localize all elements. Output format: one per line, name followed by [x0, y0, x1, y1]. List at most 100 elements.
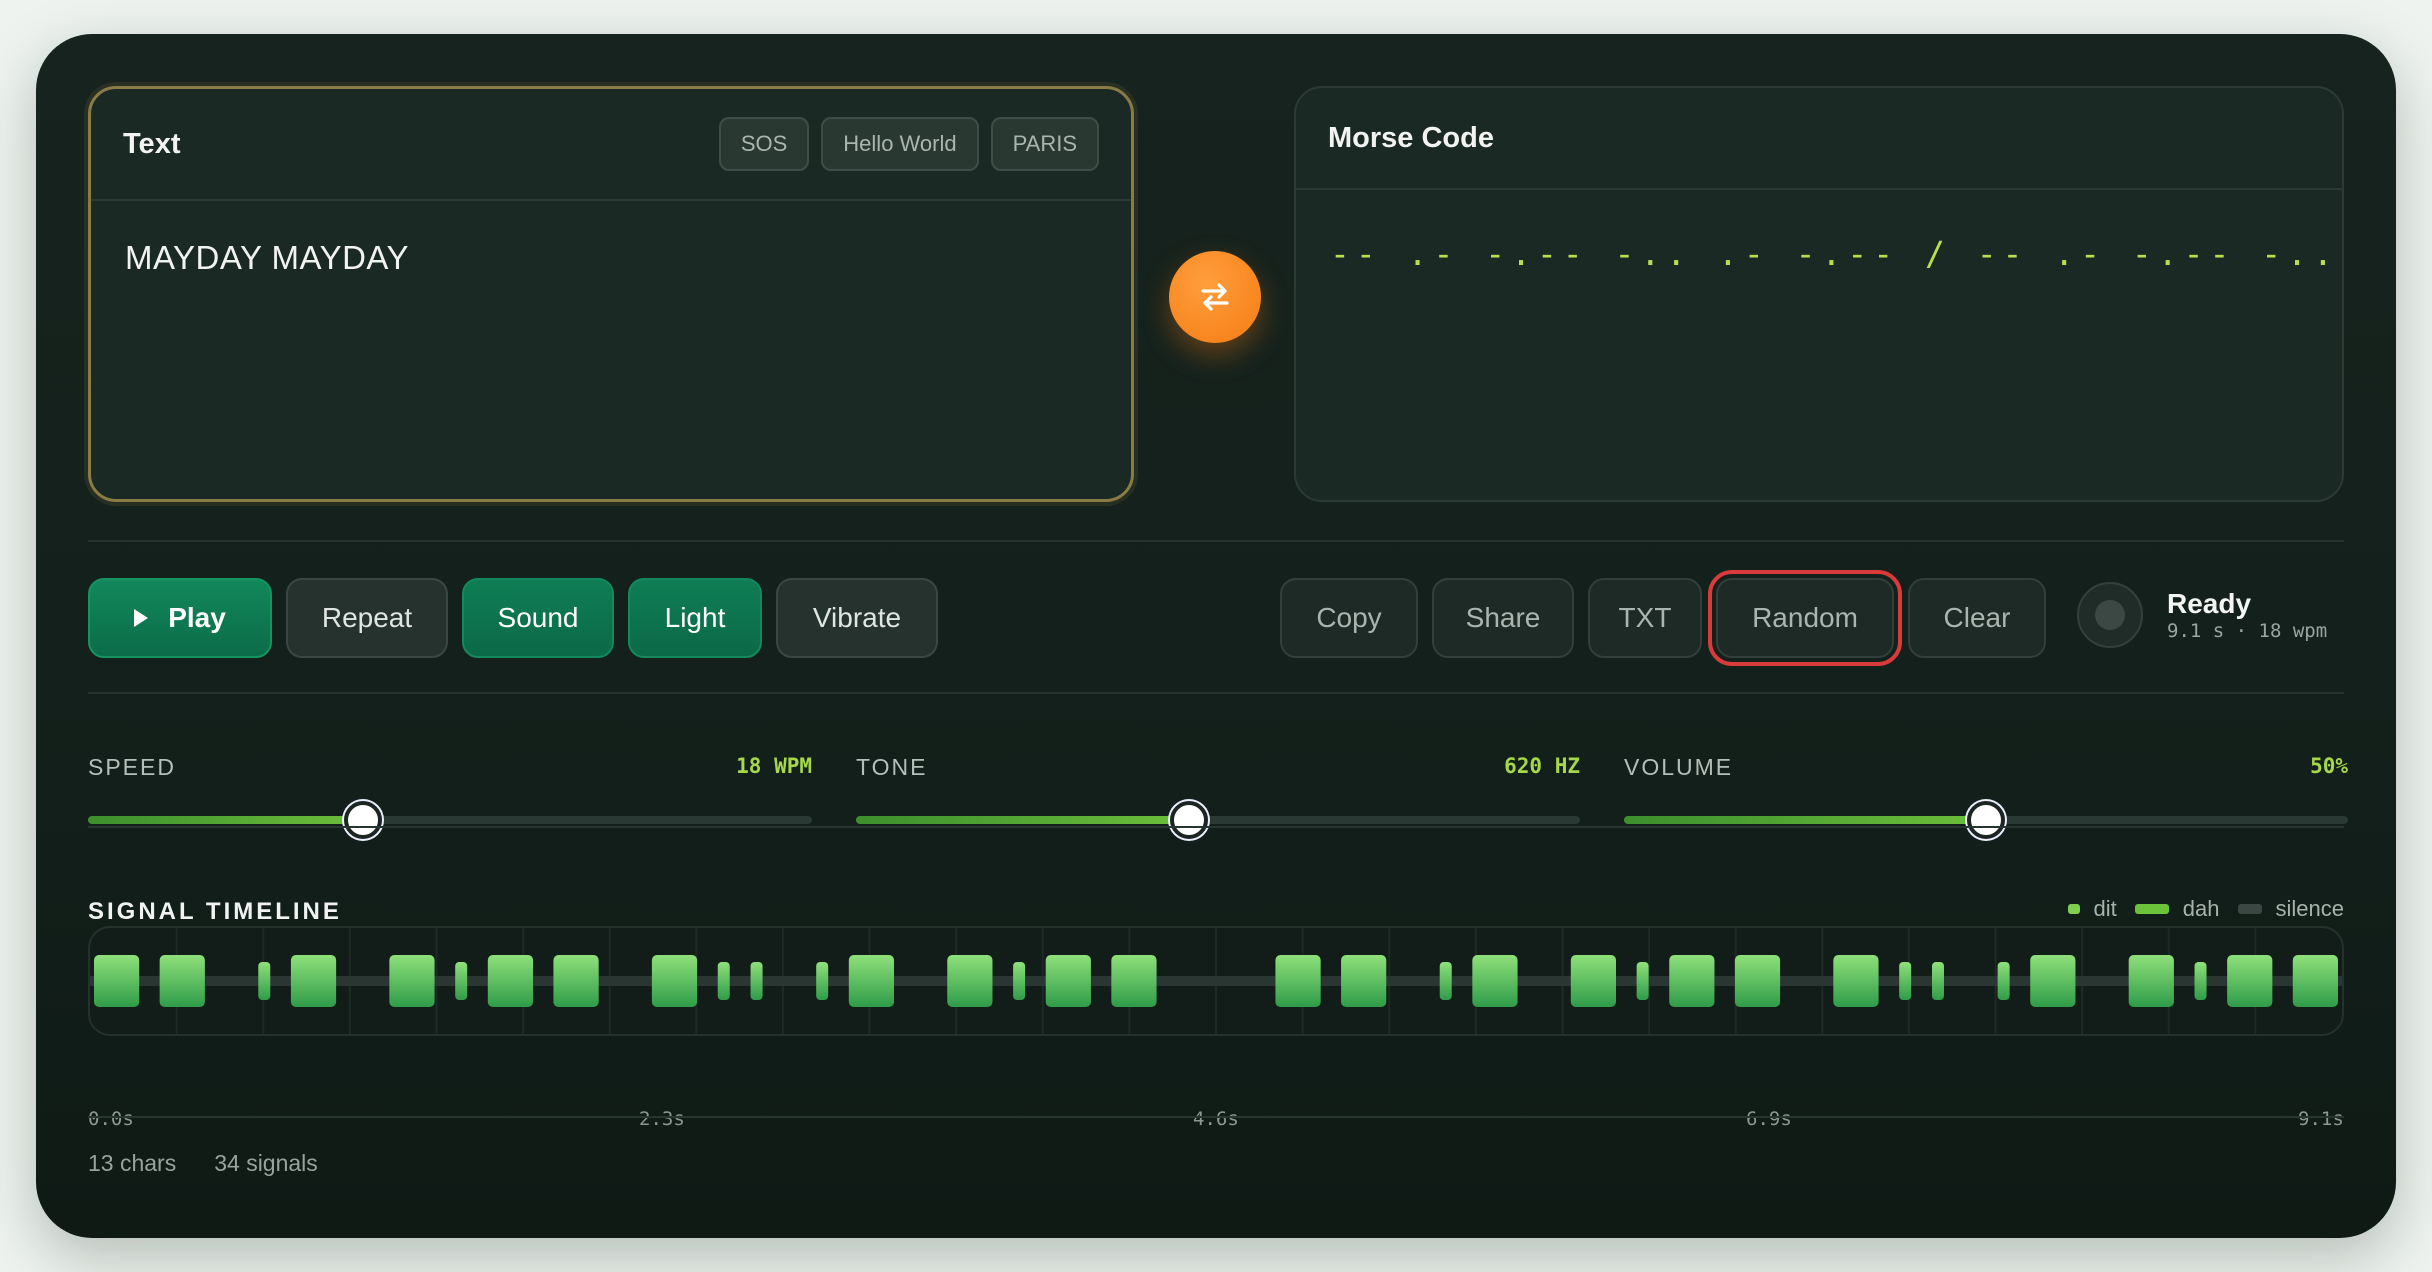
dah-signal: [651, 955, 698, 1007]
dah-signal: [1111, 955, 1157, 1007]
play-icon: [134, 609, 149, 627]
dah-signal: [1275, 955, 1321, 1007]
text-panel-header: Text SOS Hello World PARIS: [91, 89, 1131, 201]
dit-signal: [1636, 962, 1649, 1000]
sound-toggle[interactable]: Sound: [462, 578, 614, 658]
preset-group: SOS Hello World PARIS: [718, 117, 1099, 171]
speed-fill: [88, 816, 364, 824]
speed-thumb[interactable]: [344, 801, 383, 839]
signal-timeline[interactable]: [88, 926, 2344, 1036]
preset-sos-button[interactable]: SOS: [718, 117, 810, 171]
dit-signal: [717, 962, 730, 1000]
dit-signal: [750, 962, 763, 1000]
status-detail: 9.1 s · 18 wpm: [2167, 620, 2328, 642]
copy-button[interactable]: Copy: [1280, 578, 1418, 658]
dah-signal: [2030, 955, 2076, 1007]
divider: [88, 692, 2344, 694]
dah-signal: [947, 955, 993, 1007]
dit-signal: [258, 962, 271, 1000]
tick-label: 6.9s: [1746, 1108, 1792, 1130]
dah-signal: [848, 955, 895, 1007]
dah-signal: [1472, 955, 1518, 1007]
legend-dit: dit: [2067, 896, 2117, 922]
divider: [88, 1116, 2344, 1118]
dah-signal: [1734, 955, 1781, 1007]
dit-signal: [1997, 962, 2010, 1000]
status-title: Ready: [2167, 588, 2252, 619]
playback-status: Ready 9.1 s · 18 wpm: [2077, 582, 2327, 648]
dah-signal: [94, 955, 140, 1007]
legend-silence-label: silence: [2275, 896, 2344, 921]
tick-label: 9.1s: [2298, 1108, 2344, 1130]
dah-signal: [1570, 955, 1617, 1007]
play-button[interactable]: Play: [88, 578, 272, 658]
text-panel[interactable]: Text SOS Hello World PARIS MAYDAY MAYDAY: [88, 86, 1134, 502]
preset-hello-world-button[interactable]: Hello World: [821, 117, 979, 171]
speed-track[interactable]: [88, 801, 812, 839]
tone-fill: [856, 816, 1190, 824]
dah-signal: [1669, 955, 1715, 1007]
volume-label: VOLUME: [1624, 754, 1734, 780]
clear-button[interactable]: Clear: [1908, 578, 2046, 658]
morse-panel-title: Morse Code: [1328, 121, 1494, 154]
divider: [88, 826, 2344, 828]
legend-dah: dah: [2134, 896, 2220, 922]
dah-signal: [389, 955, 435, 1007]
dit-signal: [1931, 962, 1944, 1000]
char-count: 13 chars: [88, 1150, 177, 1176]
morse-app: Text SOS Hello World PARIS MAYDAY MAYDAY…: [36, 34, 2396, 1238]
divider: [88, 540, 2344, 542]
dah-signal: [2227, 955, 2273, 1007]
morse-panel: Morse Code -- .- -.-- -.. .- -.-- / -- .…: [1294, 86, 2344, 502]
repeat-button[interactable]: Repeat: [286, 578, 448, 658]
speed-label: SPEED: [88, 754, 176, 780]
volume-value: 50%: [2310, 754, 2348, 778]
volume-thumb[interactable]: [1967, 801, 2005, 839]
light-toggle[interactable]: Light: [628, 578, 762, 658]
tick-label: 4.6s: [1193, 1108, 1239, 1130]
timeline-legend: dit dah silence: [2067, 896, 2344, 922]
footer-stats: 13 chars 34 signals: [88, 1150, 318, 1177]
tone-track[interactable]: [856, 801, 1580, 839]
dah-signal: [553, 955, 599, 1007]
tone-thumb[interactable]: [1170, 801, 1209, 839]
dit-swatch-icon: [2067, 904, 2080, 914]
preset-paris-button[interactable]: PARIS: [990, 117, 1099, 171]
swap-button[interactable]: [1169, 251, 1261, 343]
text-input[interactable]: MAYDAY MAYDAY: [91, 201, 1131, 315]
dit-signal: [1439, 962, 1452, 1000]
text-panel-title: Text: [123, 127, 181, 160]
txt-button[interactable]: TXT: [1588, 578, 1702, 658]
volume-track[interactable]: [1624, 801, 2348, 839]
signal-count: 34 signals: [214, 1150, 318, 1176]
dit-signal: [1013, 962, 1026, 1000]
dah-signal: [1341, 955, 1387, 1007]
tick-label: 0.0s: [88, 1108, 134, 1130]
status-text: Ready 9.1 s · 18 wpm: [2167, 588, 2327, 642]
dah-signal: [290, 955, 337, 1007]
dah-signal: [159, 955, 205, 1007]
dit-signal: [455, 962, 468, 1000]
dah-swatch-icon: [2134, 904, 2169, 914]
timeline-title: SIGNAL TIMELINE: [88, 898, 342, 925]
volume-fill: [1624, 816, 1986, 824]
play-label: Play: [168, 602, 226, 633]
swap-arrows-icon: [1201, 283, 1229, 311]
vibrate-toggle[interactable]: Vibrate: [776, 578, 938, 658]
morse-output[interactable]: -- .- -.-- -.. .- -.-- / -- .- -.-- -.. …: [1296, 190, 2342, 317]
dit-signal: [1899, 962, 1912, 1000]
random-button[interactable]: Random: [1708, 570, 1902, 666]
share-button[interactable]: Share: [1432, 578, 1574, 658]
dah-signal: [2292, 955, 2338, 1007]
legend-dah-label: dah: [2182, 896, 2220, 921]
dah-signal: [1833, 955, 1879, 1007]
tick-label: 2.3s: [639, 1108, 685, 1130]
legend-dit-label: dit: [2093, 896, 2117, 921]
dit-signal: [816, 962, 829, 1000]
dit-signal: [2194, 962, 2207, 1000]
legend-silence: silence: [2237, 896, 2344, 922]
dah-signal: [1045, 955, 1091, 1007]
status-indicator-icon: [2077, 582, 2143, 648]
tone-value: 620 HZ: [1504, 754, 1580, 778]
dah-signal: [2128, 955, 2174, 1007]
